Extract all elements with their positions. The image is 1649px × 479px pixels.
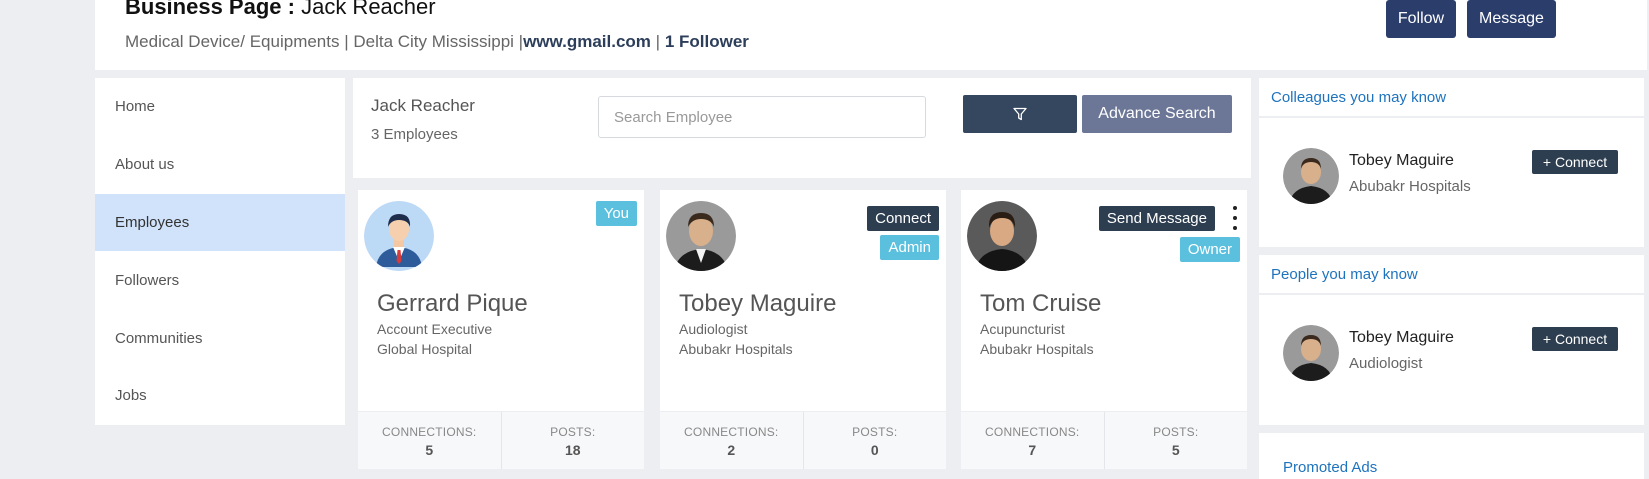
employees-header: Jack Reacher 3 Employees Advance Search (353, 78, 1251, 178)
avatar[interactable] (1283, 325, 1339, 381)
business-header: Business Page : Jack Reacher Medical Dev… (95, 0, 1647, 70)
sidebar-item-communities[interactable]: Communities (95, 309, 345, 367)
connections-stat: CONNECTIONS: 5 (358, 412, 501, 469)
employee-stats: CONNECTIONS: 2 POSTS: 0 (660, 411, 946, 469)
colleagues-title: Colleagues you may know (1259, 78, 1644, 118)
business-name: Jack Reacher (301, 0, 436, 19)
sidebar-item-followers[interactable]: Followers (95, 251, 345, 309)
connections-stat: CONNECTIONS: 2 (660, 412, 803, 469)
employee-role: Acupuncturist (980, 321, 1065, 337)
business-website-link[interactable]: www.gmail.com (523, 32, 651, 51)
connect-button[interactable]: Connect (867, 206, 939, 231)
employee-card: You Gerrard Pique Account Executive Glob… (358, 190, 644, 469)
avatar[interactable] (666, 201, 736, 271)
connections-value: 2 (727, 442, 736, 458)
posts-label: POSTS: (852, 425, 898, 439)
connections-value: 7 (1028, 442, 1037, 458)
employee-card: Send Message Owner Tom Cruise Acupunctur… (961, 190, 1247, 469)
employee-organization: Abubakr Hospitals (679, 341, 793, 357)
owner-badge: Owner (1179, 237, 1240, 262)
avatar[interactable] (1283, 148, 1339, 204)
suggested-colleague: Tobey Maguire Abubakr Hospitals + Connec… (1259, 118, 1644, 238)
more-options-icon[interactable] (1229, 206, 1241, 230)
employee-count: 3 Employees (371, 126, 458, 143)
follower-count[interactable]: 1 Follower (665, 32, 749, 51)
sidebar-item-home[interactable]: Home (95, 78, 345, 136)
business-title: Business Page : Jack Reacher (125, 0, 436, 20)
people-panel: People you may know Tobey Maguire Audiol… (1259, 255, 1644, 425)
posts-label: POSTS: (550, 425, 596, 439)
meta-separator: | (655, 32, 661, 51)
connections-stat: CONNECTIONS: 7 (961, 412, 1104, 469)
follow-button[interactable]: Follow (1386, 0, 1456, 38)
connect-button[interactable]: + Connect (1532, 327, 1618, 351)
posts-value: 5 (1171, 442, 1180, 458)
sidebar-item-jobs[interactable]: Jobs (95, 367, 345, 425)
connect-button[interactable]: + Connect (1532, 150, 1618, 174)
connections-label: CONNECTIONS: (684, 425, 779, 439)
search-employee-input[interactable] (598, 96, 926, 138)
employee-card: Connect Admin Tobey Maguire Audiologist … (660, 190, 946, 469)
employee-organization: Global Hospital (377, 341, 472, 357)
employee-name[interactable]: Tom Cruise (980, 290, 1101, 318)
avatar[interactable] (967, 201, 1037, 271)
posts-stat: POSTS: 0 (802, 412, 947, 469)
posts-stat: POSTS: 5 (1103, 412, 1248, 469)
sidebar-item-employees[interactable]: Employees (95, 193, 345, 252)
message-button[interactable]: Message (1467, 0, 1556, 38)
business-category-location: Medical Device/ Equipments | Delta City … (125, 32, 524, 51)
employee-role: Audiologist (679, 321, 748, 337)
employee-stats: CONNECTIONS: 7 POSTS: 5 (961, 411, 1247, 469)
person-name[interactable]: Tobey Maguire (1349, 329, 1454, 347)
filter-button[interactable] (963, 95, 1077, 133)
employee-role: Account Executive (377, 321, 493, 337)
connections-value: 5 (425, 442, 434, 458)
send-message-button[interactable]: Send Message (1098, 206, 1215, 231)
employee-name[interactable]: Gerrard Pique (377, 290, 528, 318)
employee-stats: CONNECTIONS: 5 POSTS: 18 (358, 411, 644, 469)
company-name: Jack Reacher (371, 96, 475, 115)
person-role: Audiologist (1349, 355, 1423, 372)
employee-organization: Abubakr Hospitals (980, 341, 1094, 357)
posts-value: 0 (870, 442, 879, 458)
admin-badge: Admin (880, 235, 939, 260)
colleague-name[interactable]: Tobey Maguire (1349, 152, 1454, 170)
colleagues-panel: Colleagues you may know Tobey Maguire Ab… (1259, 78, 1644, 247)
posts-label: POSTS: (1153, 425, 1199, 439)
sidebar-item-about-us[interactable]: About us (95, 136, 345, 194)
employee-name[interactable]: Tobey Maguire (679, 290, 836, 318)
posts-stat: POSTS: 18 (500, 412, 645, 469)
business-meta: Medical Device/ Equipments | Delta City … (125, 32, 749, 52)
business-title-prefix: Business Page : (125, 0, 295, 19)
connections-label: CONNECTIONS: (985, 425, 1080, 439)
promoted-ads-title: Promoted Ads (1283, 459, 1378, 476)
avatar[interactable] (364, 201, 434, 271)
suggested-person: Tobey Maguire Audiologist + Connect (1259, 295, 1644, 415)
colleague-organization: Abubakr Hospitals (1349, 178, 1471, 195)
filter-icon (1013, 107, 1027, 121)
people-title: People you may know (1259, 255, 1644, 295)
posts-value: 18 (564, 442, 581, 458)
sidebar-nav: Home About us Employees Followers Commun… (95, 78, 345, 425)
promoted-ads-panel: Promoted Ads (1259, 433, 1644, 479)
you-badge: You (595, 201, 637, 226)
connections-label: CONNECTIONS: (382, 425, 477, 439)
advance-search-button[interactable]: Advance Search (1082, 95, 1232, 133)
